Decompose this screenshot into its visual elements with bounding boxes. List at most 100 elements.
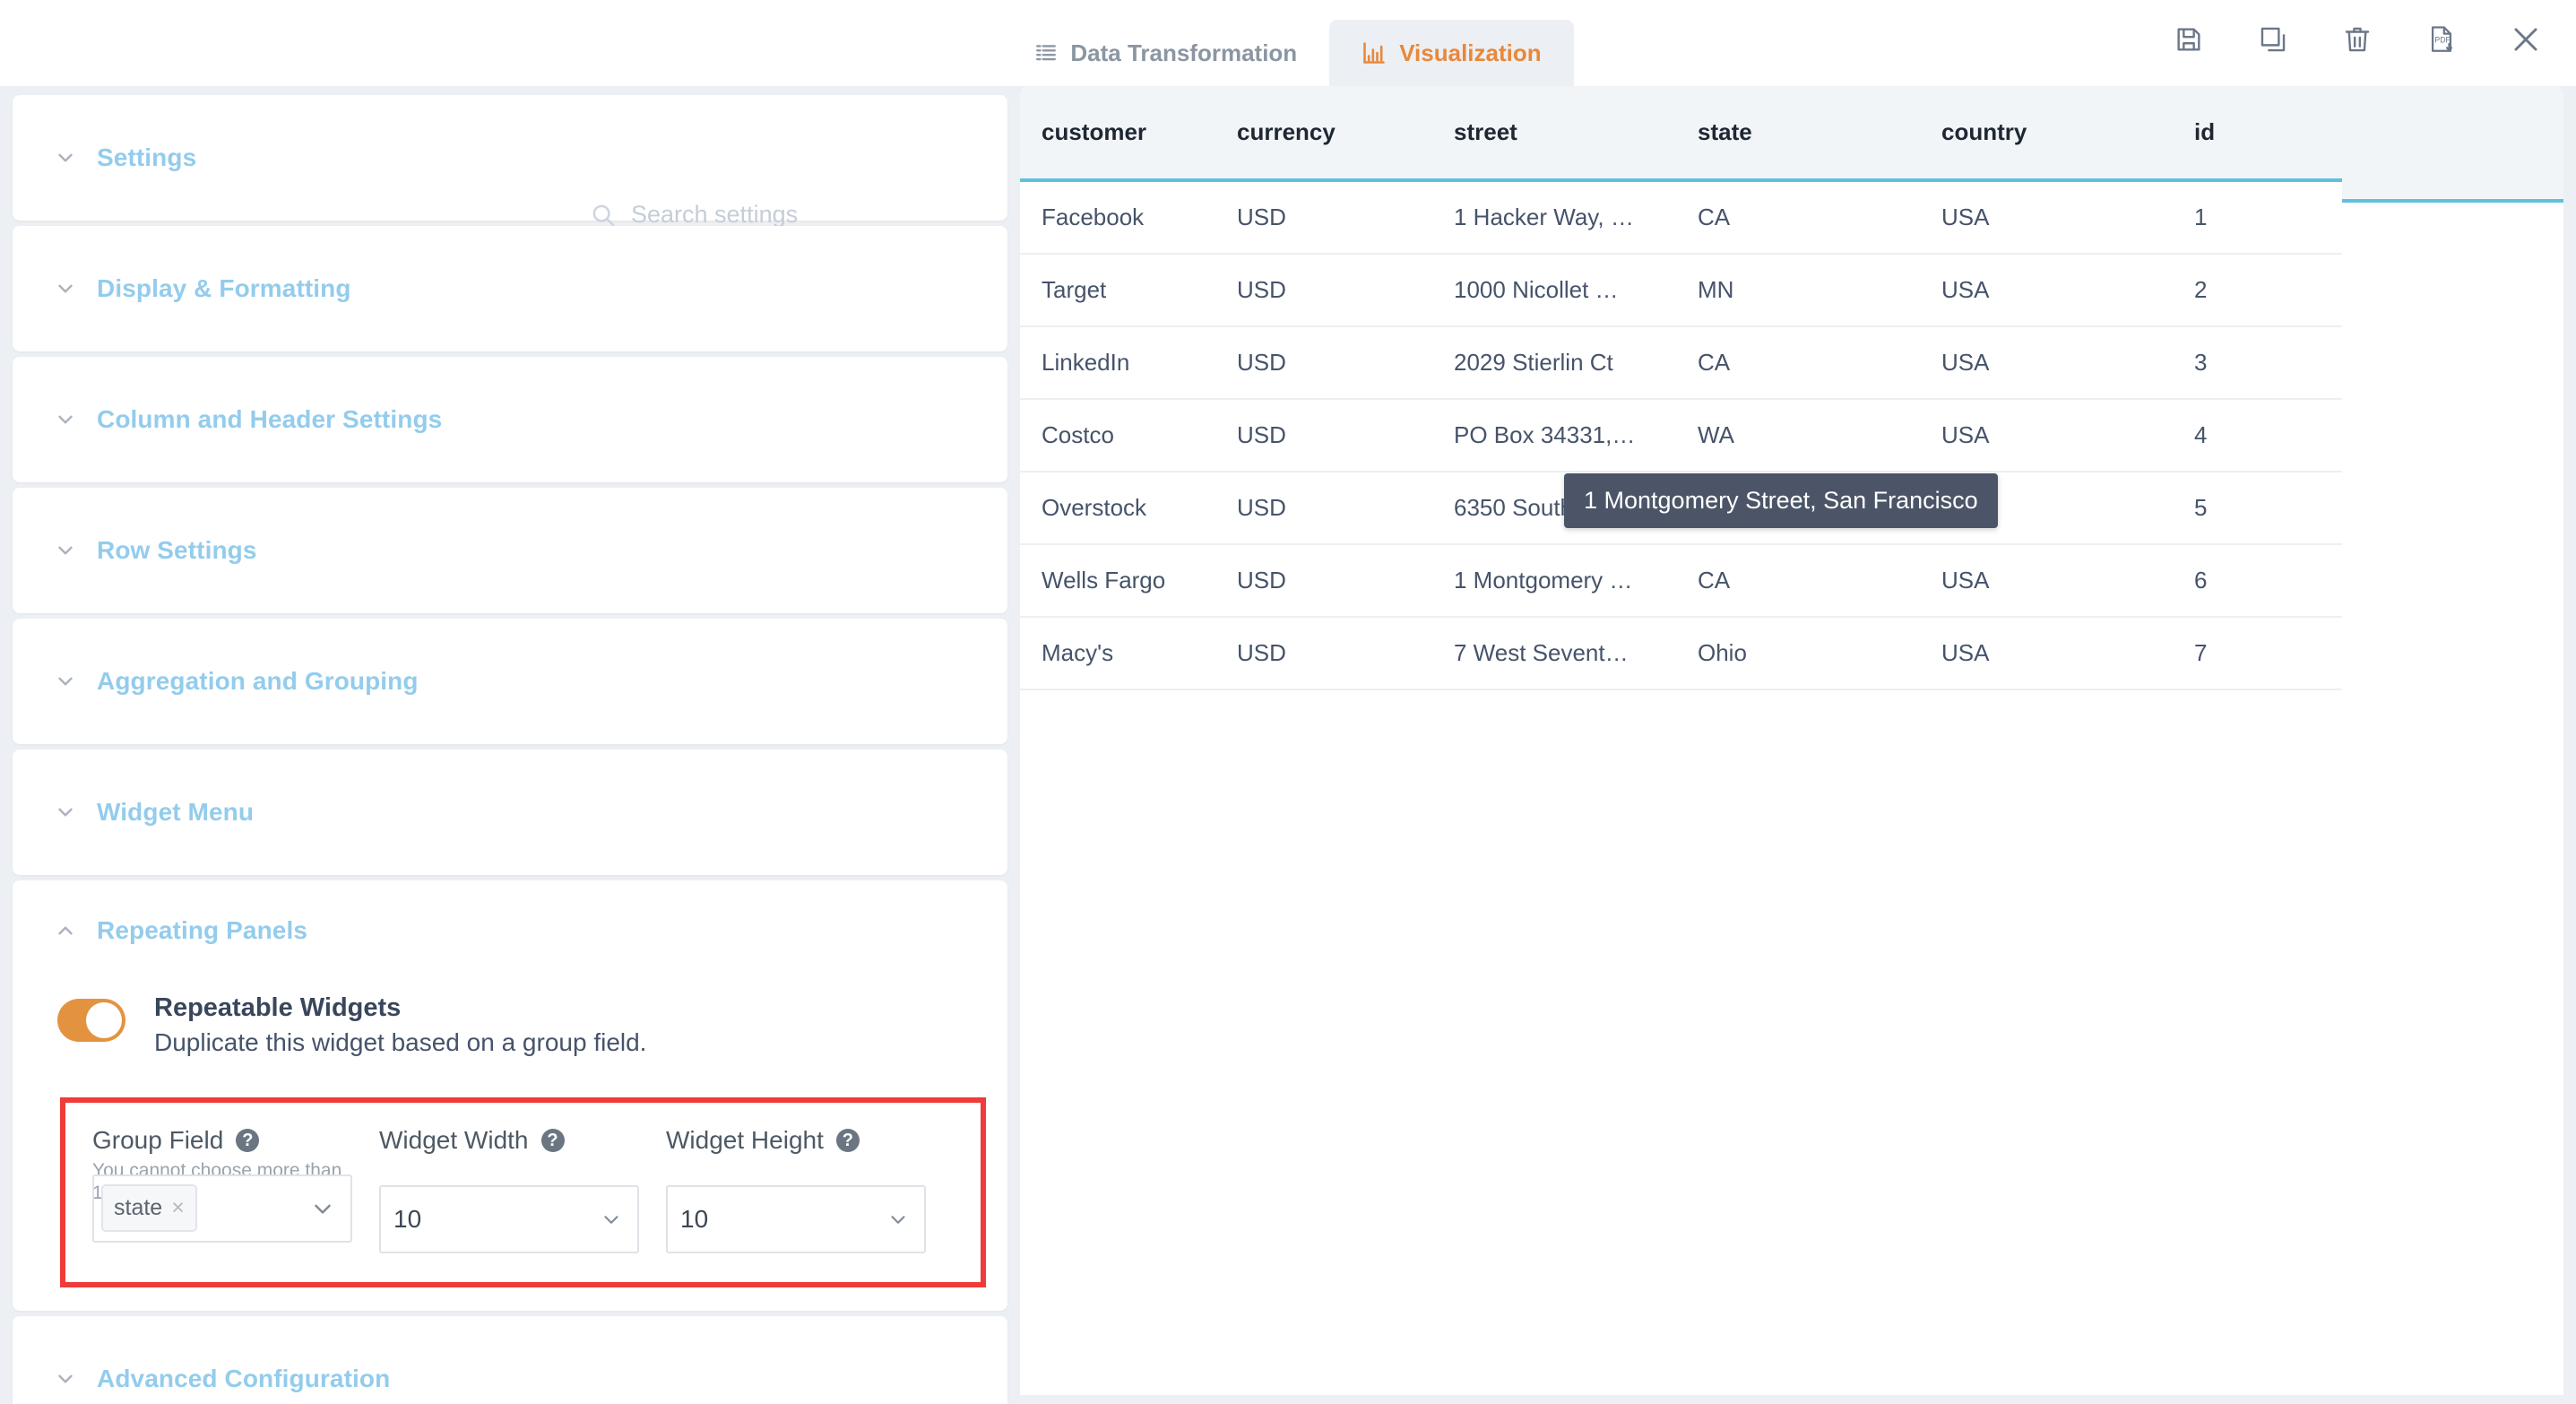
table-body: Facebook USD 1 Hacker Way, … CA USA 1 Ta… xyxy=(1020,180,2342,689)
cell-currency: USD xyxy=(1237,254,1454,326)
cell-street[interactable]: 1000 Nicollet … xyxy=(1454,254,1698,326)
repeatable-widgets-label: Repeatable Widgets xyxy=(154,993,646,1022)
table-row[interactable]: LinkedIn USD 2029 Stierlin Ct CA USA 3 xyxy=(1020,326,2342,399)
column-header-currency[interactable]: currency xyxy=(1237,86,1454,180)
cell-street[interactable]: 7 West Sevent… xyxy=(1454,617,1698,689)
search-icon xyxy=(590,202,617,229)
column-header-state[interactable]: state xyxy=(1698,86,1941,180)
section-card-settings: Settings xyxy=(13,95,1007,221)
section-card-widget-menu: Widget Menu xyxy=(13,750,1007,875)
search-input[interactable] xyxy=(631,201,972,229)
section-card-aggregation-grouping: Aggregation and Grouping xyxy=(13,619,1007,744)
duplicate-icon[interactable] xyxy=(2253,20,2293,59)
cell-country: USA xyxy=(1941,180,2194,254)
cell-customer: Overstock xyxy=(1020,472,1237,544)
chevron-down-icon xyxy=(54,277,77,300)
cell-currency: USD xyxy=(1237,326,1454,399)
repeatable-widgets-toggle[interactable] xyxy=(57,999,125,1042)
help-icon[interactable]: ? xyxy=(236,1129,259,1152)
tab-data-transformation[interactable]: Data Transformation xyxy=(1002,20,1329,86)
remove-tag-icon[interactable]: × xyxy=(171,1197,185,1219)
column-header-customer[interactable]: customer xyxy=(1020,86,1237,180)
selected-tag[interactable]: state × xyxy=(101,1184,197,1232)
tab-visualization[interactable]: Visualization xyxy=(1329,20,1573,86)
table-row[interactable]: Wells Fargo USD 1 Montgomery … CA USA 6 xyxy=(1020,544,2342,617)
help-icon[interactable]: ? xyxy=(836,1129,860,1152)
settings-panel: Settings Display & Formatting Column and xyxy=(0,86,1020,1404)
cell-customer: Costco xyxy=(1020,399,1237,472)
sidebar-item-widget-menu[interactable]: Widget Menu xyxy=(13,750,1007,875)
cell-tooltip: 1 Montgomery Street, San Francisco xyxy=(1564,473,1998,528)
cell-id: 6 xyxy=(2194,544,2342,617)
data-table: customer currency street state country i… xyxy=(1020,86,2342,690)
sidebar-item-repeating-panels[interactable]: Repeating Panels xyxy=(13,880,1007,981)
section-title: Settings xyxy=(97,143,196,172)
cell-id: 2 xyxy=(2194,254,2342,326)
svg-text:PDF: PDF xyxy=(2434,36,2451,45)
tab-label: Visualization xyxy=(1399,39,1541,67)
widget-height-label: Widget Height xyxy=(666,1126,824,1155)
chevron-up-icon xyxy=(54,919,77,942)
sidebar-item-advanced-configuration[interactable]: Advanced Configuration xyxy=(13,1316,1007,1404)
delete-icon[interactable] xyxy=(2338,20,2377,59)
section-title: Repeating Panels xyxy=(97,916,307,945)
save-icon[interactable] xyxy=(2169,20,2209,59)
repeatable-widgets-description: Duplicate this widget based on a group f… xyxy=(154,1026,646,1060)
group-field-select[interactable]: state × xyxy=(92,1174,352,1243)
table-row[interactable]: Target USD 1000 Nicollet … MN USA 2 xyxy=(1020,254,2342,326)
cell-currency: USD xyxy=(1237,617,1454,689)
widget-width-value: 10 xyxy=(393,1205,421,1234)
cell-street[interactable]: PO Box 34331,… xyxy=(1454,399,1698,472)
scroll-corner xyxy=(2551,1382,2563,1395)
section-title: Widget Menu xyxy=(97,798,254,827)
chevron-down-icon xyxy=(309,1195,336,1222)
cell-country: USA xyxy=(1941,544,2194,617)
sidebar-item-display-formatting[interactable]: Display & Formatting xyxy=(13,226,1007,351)
cell-street[interactable]: 2029 Stierlin Ct xyxy=(1454,326,1698,399)
column-header-country[interactable]: country xyxy=(1941,86,2194,180)
cell-customer: Macy's xyxy=(1020,617,1237,689)
section-card-display-formatting: Display & Formatting xyxy=(13,226,1007,351)
cell-state: CA xyxy=(1698,326,1941,399)
repeating-panels-highlight-box: Group Field ? You cannot choose more tha… xyxy=(60,1097,986,1287)
cell-state: CA xyxy=(1698,544,1941,617)
table-row[interactable]: Macy's USD 7 West Sevent… Ohio USA 7 xyxy=(1020,617,2342,689)
cell-currency: USD xyxy=(1237,180,1454,254)
cell-country: USA xyxy=(1941,326,2194,399)
column-header-street[interactable]: street xyxy=(1454,86,1698,180)
sidebar-item-row-settings[interactable]: Row Settings xyxy=(13,488,1007,613)
close-icon[interactable] xyxy=(2506,20,2546,59)
cell-street[interactable]: 1 Hacker Way, … xyxy=(1454,180,1698,254)
cell-id: 7 xyxy=(2194,617,2342,689)
sidebar-item-aggregation-grouping[interactable]: Aggregation and Grouping xyxy=(13,619,1007,744)
toggle-knob xyxy=(86,1002,122,1038)
section-card-row-settings: Row Settings xyxy=(13,488,1007,613)
group-field-label: Group Field xyxy=(92,1126,223,1155)
widget-width-control: Widget Width ? 10 xyxy=(379,1126,639,1253)
tag-label: state xyxy=(114,1197,162,1219)
cell-street[interactable]: 1 Montgomery … xyxy=(1454,544,1698,617)
export-pdf-icon[interactable]: PDF xyxy=(2422,20,2461,59)
tab-label: Data Transformation xyxy=(1070,39,1297,67)
table-header-row: customer currency street state country i… xyxy=(1020,86,2342,180)
column-header-id[interactable]: id xyxy=(2194,86,2342,180)
section-title: Aggregation and Grouping xyxy=(97,667,419,696)
widget-width-select[interactable]: 10 xyxy=(379,1185,639,1253)
cell-currency: USD xyxy=(1237,544,1454,617)
table-row[interactable]: Costco USD PO Box 34331,… WA USA 4 xyxy=(1020,399,2342,472)
cell-state: WA xyxy=(1698,399,1941,472)
cell-id: 5 xyxy=(2194,472,2342,544)
cell-currency: USD xyxy=(1237,472,1454,544)
cell-state: Ohio xyxy=(1698,617,1941,689)
toolbar-actions: PDF xyxy=(2169,20,2546,59)
table-row[interactable]: Facebook USD 1 Hacker Way, … CA USA 1 xyxy=(1020,180,2342,254)
repeatable-widgets-row: Repeatable Widgets Duplicate this widget… xyxy=(13,981,1007,1060)
cell-state: MN xyxy=(1698,254,1941,326)
widget-height-select[interactable]: 10 xyxy=(666,1185,926,1253)
section-title: Display & Formatting xyxy=(97,274,351,303)
sidebar-item-column-header-settings[interactable]: Column and Header Settings xyxy=(13,357,1007,482)
cell-country: USA xyxy=(1941,254,2194,326)
help-icon[interactable]: ? xyxy=(541,1129,565,1152)
chevron-down-icon xyxy=(886,1208,910,1231)
widget-width-label-row: Widget Width ? xyxy=(379,1126,639,1155)
